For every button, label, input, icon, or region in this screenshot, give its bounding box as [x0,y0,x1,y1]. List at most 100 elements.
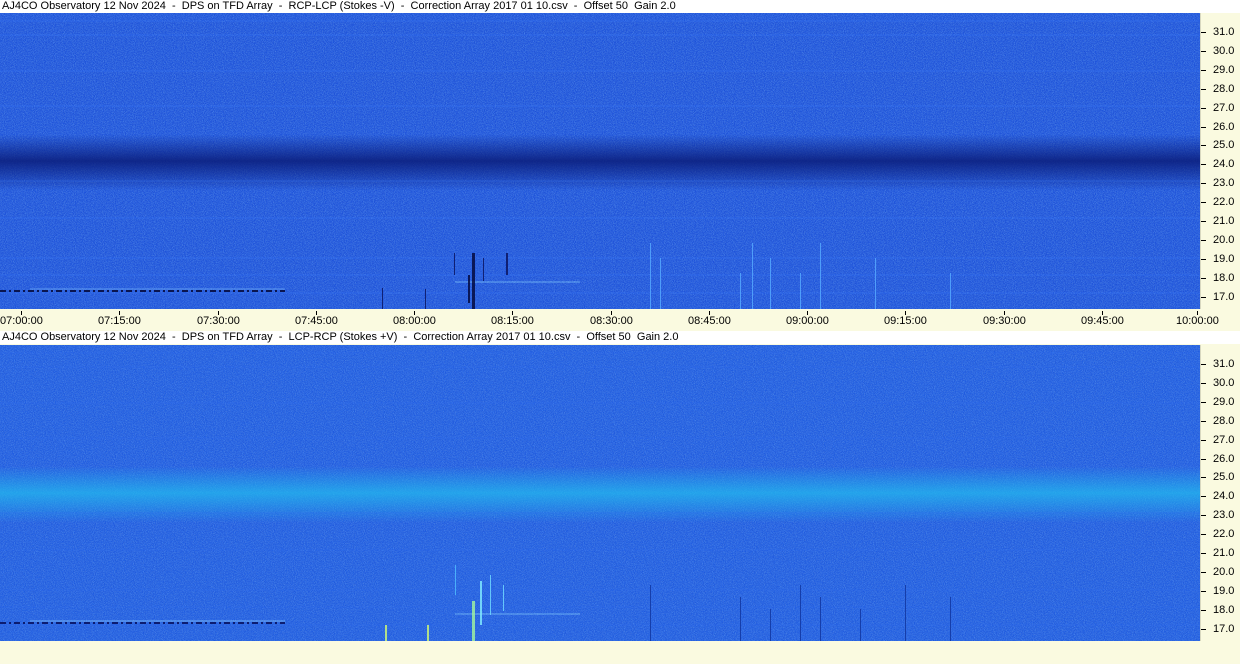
burst-streak [905,585,906,641]
freq-tick-text: 22.0 [1213,528,1235,541]
freq-tick-text: 29.0 [1213,395,1235,408]
freq-tick-text: 28.0 [1213,414,1235,427]
freq-tick-mark [1201,296,1206,298]
burst-streak [472,253,475,309]
time-tick-text: 07:45:00 [295,315,338,327]
freq-tick-mark [1201,221,1206,222]
burst-streak [454,253,455,275]
burst-streak [770,258,771,309]
burst-streak [503,585,504,611]
freq-tick-mark [1201,420,1206,422]
band-24mhz [0,345,1200,641]
freq-tick-text: 17.0 [1213,622,1235,635]
burst-streak [483,258,484,281]
freq-tick-label: 24.0 [1201,490,1240,502]
time-tick-label: 08:45:00 [688,311,731,331]
bottom-strip [0,641,1240,664]
burst-streak [950,597,951,641]
freq-tick-label: 17.0 [1201,623,1240,635]
freq-tick-mark [1201,239,1206,241]
freq-tick-mark [1201,553,1206,554]
time-tick-label: 09:00:00 [786,311,829,331]
time-tick-mark [709,311,710,315]
time-tick-text: 10:00:00 [1176,315,1219,327]
freq-tick-label: 28.0 [1201,415,1240,427]
panel-2-title: AJ4CO Observatory 12 Nov 2024 - DPS on T… [0,331,1240,344]
time-tick-label: 08:30:00 [590,311,633,331]
freq-tick-mark [1201,496,1206,498]
freq-tick-label: 31.0 [1201,358,1240,370]
freq-tick-text: 28.0 [1213,82,1235,95]
spectrogram-lcp-rcp [0,345,1200,641]
burst-streak [427,625,429,641]
freq-tick-mark [1201,32,1206,33]
freq-tick-mark [1201,571,1206,573]
freq-tick-label: 17.0 [1201,291,1240,303]
time-tick-mark [316,311,317,315]
freq-tick-text: 27.0 [1213,433,1235,446]
freq-tick-label: 29.0 [1201,396,1240,408]
freq-tick-mark [1201,202,1206,204]
freq-tick-label: 25.0 [1201,471,1240,483]
freq-tick-label: 29.0 [1201,64,1240,76]
freq-tick-label: 30.0 [1201,377,1240,389]
burst-streak [455,565,456,595]
freq-tick-label: 26.0 [1201,453,1240,465]
freq-tick-text: 20.0 [1213,565,1235,578]
time-axis: 07:00:00 07:15:00 07:30:00 07:45:00 08:00:00… [0,311,1240,331]
time-tick-mark [119,311,120,315]
burst-streak [506,253,508,275]
freq-tick-label: 20.0 [1201,566,1240,578]
time-tick-mark [1102,311,1103,315]
freq-tick-label: 22.0 [1201,528,1240,540]
freq-tick-label: 21.0 [1201,547,1240,559]
freq-tick-label: 22.0 [1201,196,1240,208]
freq-tick-label: 23.0 [1201,509,1240,521]
freq-tick-text: 30.0 [1213,44,1235,57]
burst-streak [820,597,821,641]
spectrogram-rcp-lcp [0,13,1200,309]
freq-tick-label: 31.0 [1201,26,1240,38]
freq-tick-label: 30.0 [1201,45,1240,57]
freq-tick-mark [1201,534,1206,536]
time-tick-text: 08:45:00 [688,315,731,327]
freq-tick-text: 30.0 [1213,376,1235,389]
freq-tick-mark [1201,107,1206,109]
freq-tick-text: 27.0 [1213,101,1235,114]
freq-tick-label: 23.0 [1201,177,1240,189]
band-24mhz [0,13,1200,309]
burst-streak [770,609,771,641]
freq-tick-label: 27.0 [1201,434,1240,446]
burst-streak [740,597,741,641]
burst-streak [820,243,821,309]
burst-streak [425,289,426,309]
burst-streak [800,273,801,309]
freq-tick-label: 20.0 [1201,234,1240,246]
burst-streak [740,273,741,309]
time-tick-text: 08:15:00 [491,315,534,327]
freq-tick-label: 24.0 [1201,158,1240,170]
freq-tick-mark [1201,439,1206,441]
burst-streak [650,243,651,309]
spectrogram-rcp-lcp-canvas [0,13,1200,309]
freq-tick-label: 25.0 [1201,139,1240,151]
time-tick-label: 07:45:00 [295,311,338,331]
freq-tick-mark [1201,401,1206,403]
freq-tick-label: 26.0 [1201,121,1240,133]
time-tick-mark [414,311,415,315]
time-tick-mark [1004,311,1005,315]
time-tick-text: 09:00:00 [786,315,829,327]
freq-tick-mark [1201,88,1206,90]
time-tick-mark [1197,311,1198,315]
time-tick-label: 09:30:00 [983,311,1026,331]
time-tick-mark [21,311,22,315]
time-tick-text: 09:30:00 [983,315,1026,327]
time-tick-mark [611,311,612,315]
freq-tick-mark [1201,477,1206,479]
time-tick-mark [905,311,906,315]
burst-streak [472,601,475,641]
burst-streak [480,581,482,625]
freq-tick-text: 18.0 [1213,271,1235,284]
burst-streak [490,575,491,615]
freq-tick-text: 21.0 [1213,215,1235,227]
